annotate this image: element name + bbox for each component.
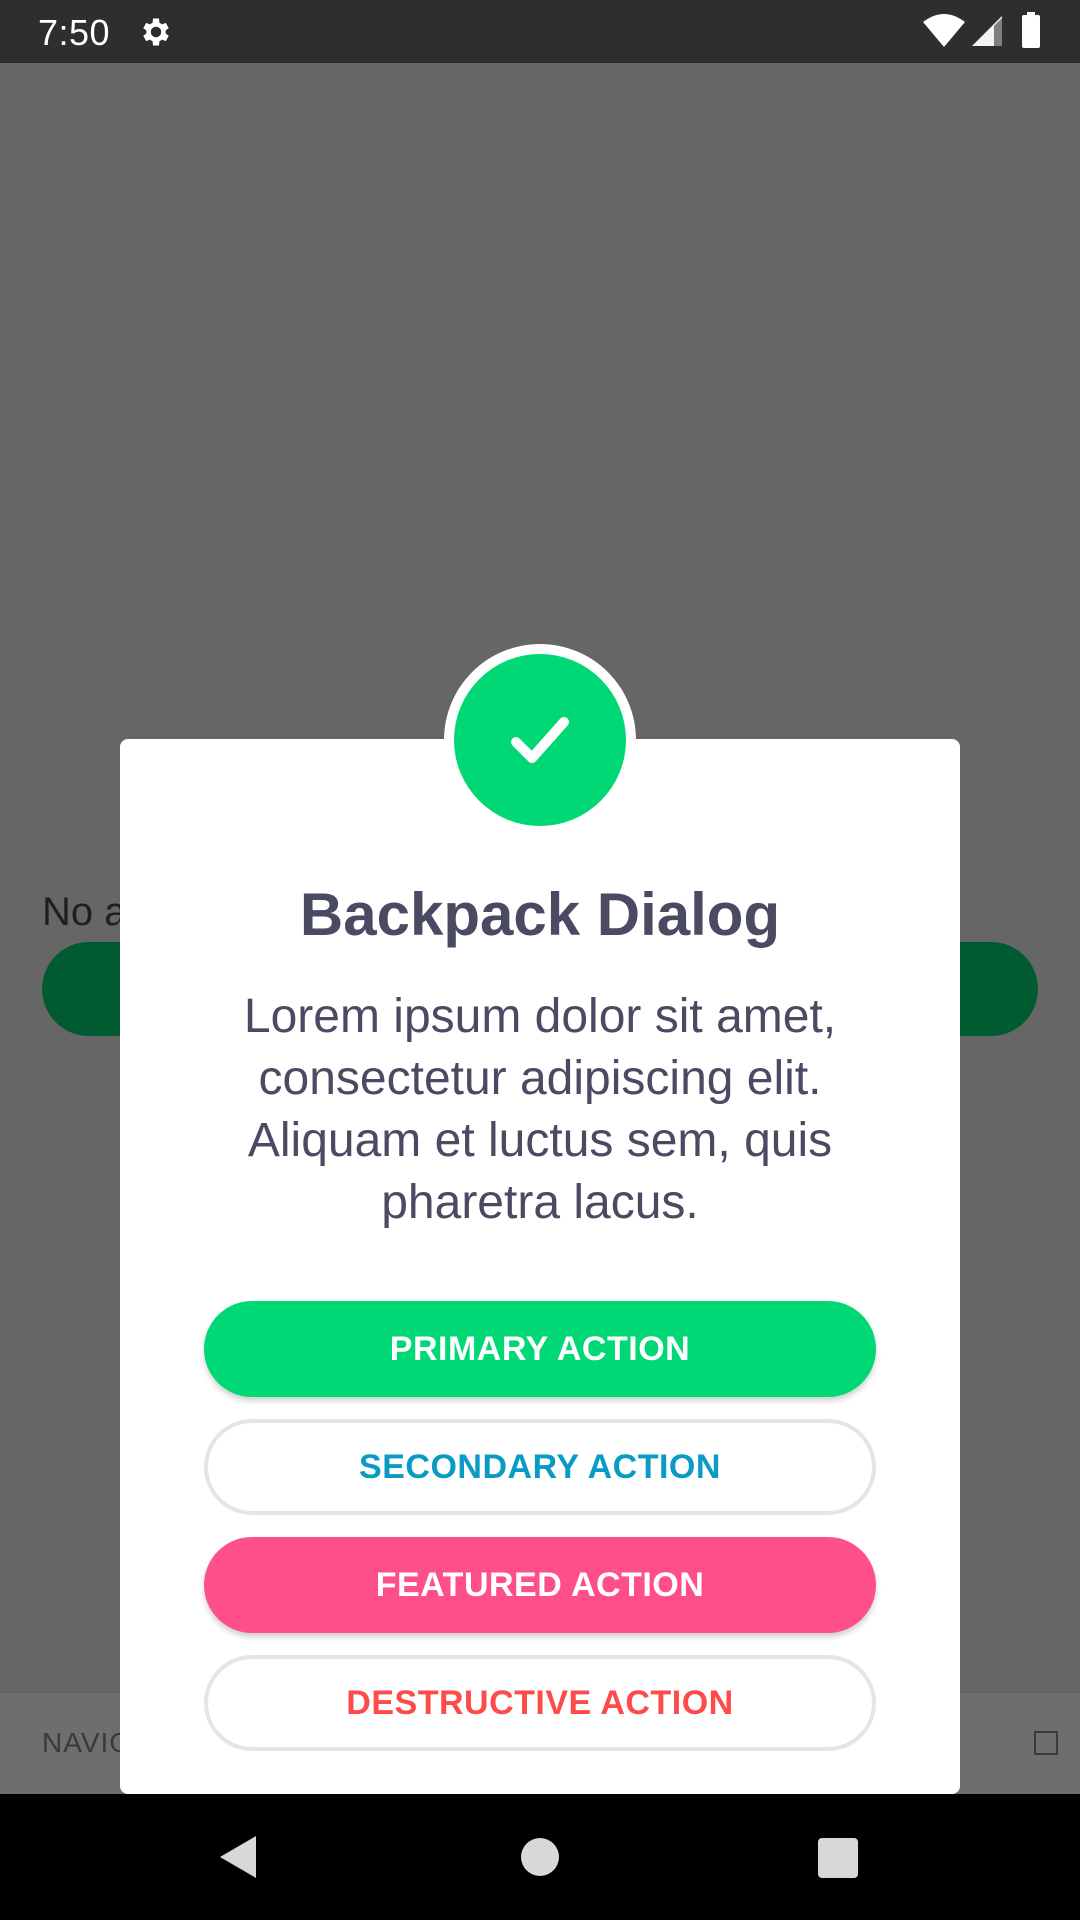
- secondary-action-button[interactable]: SECONDARY ACTION: [204, 1419, 876, 1515]
- primary-action-button[interactable]: PRIMARY ACTION: [204, 1301, 876, 1397]
- recents-icon[interactable]: [818, 1838, 858, 1878]
- dialog-badge-circle: [454, 654, 626, 826]
- status-bar: 7:50: [0, 0, 1080, 63]
- battery-icon: [1022, 12, 1040, 48]
- dialog-body: Lorem ipsum dolor sit amet, consectetur …: [243, 990, 837, 1229]
- dialog-title: Backpack Dialog: [299, 881, 781, 948]
- featured-action-button[interactable]: FEATURED ACTION: [204, 1537, 876, 1633]
- wifi-icon: [923, 14, 965, 47]
- square-icon: [1034, 1731, 1058, 1755]
- gear-icon: [143, 18, 169, 46]
- check-icon: [511, 717, 569, 763]
- background-nav-label: NAVIG: [42, 1727, 133, 1758]
- destructive-action-button[interactable]: DESTRUCTIVE ACTION: [204, 1655, 876, 1751]
- cell-signal-icon: [972, 16, 1002, 46]
- status-time: 7:50: [38, 12, 111, 53]
- system-nav-bar: [0, 1794, 1080, 1920]
- dialog-badge: [444, 644, 636, 836]
- back-icon[interactable]: [218, 1834, 258, 1880]
- home-icon[interactable]: [521, 1838, 559, 1876]
